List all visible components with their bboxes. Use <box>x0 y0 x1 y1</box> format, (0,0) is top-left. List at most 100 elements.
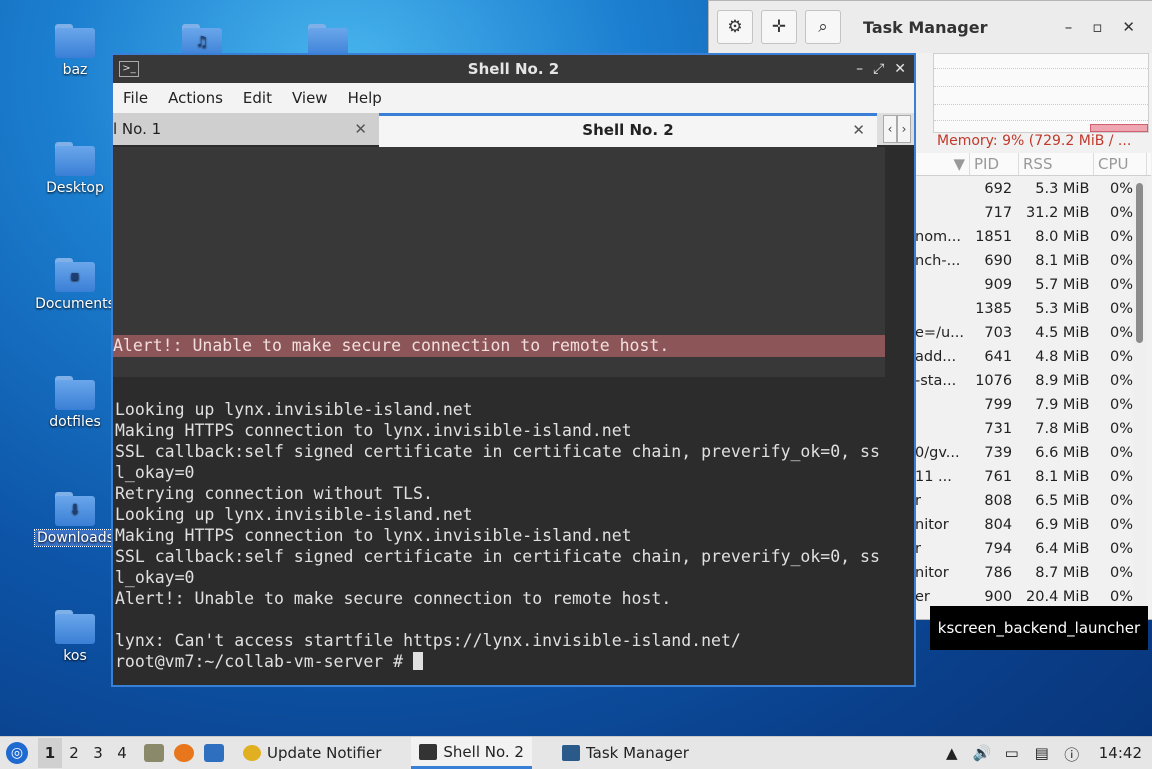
menu-view[interactable]: View <box>282 89 338 107</box>
tab-close-icon[interactable]: ✕ <box>852 116 865 144</box>
crosshair-icon[interactable]: ✛ <box>761 10 797 44</box>
process-row[interactable]: r 794 6.4 MiB 0% <box>915 537 1133 561</box>
process-table-header: ▼ PID RSS CPU <box>915 153 1151 176</box>
process-row[interactable]: nom... 1851 8.0 MiB 0% <box>915 225 1133 249</box>
desktop-icon-baz[interactable]: baz <box>35 24 115 78</box>
process-row[interactable]: 799 7.9 MiB 0% <box>915 393 1133 417</box>
network-icon[interactable]: ▭ <box>1003 744 1021 762</box>
terminal-cursor <box>413 652 424 670</box>
tab-close-icon[interactable]: ✕ <box>354 113 367 145</box>
column-rss[interactable]: RSS <box>1019 153 1094 175</box>
workspace-2[interactable]: 2 <box>62 744 86 762</box>
process-name: 11 ... <box>915 469 952 485</box>
process-rss: 5.3 MiB <box>1035 301 1090 317</box>
process-pid: 909 <box>984 277 1013 293</box>
process-name: r <box>915 541 921 557</box>
terminal-line: Making HTTPS connection to lynx.invisibl… <box>115 526 632 545</box>
workspace-3[interactable]: 3 <box>86 744 110 762</box>
workspace-1[interactable]: 1 <box>38 738 62 768</box>
process-row[interactable]: nch-... 690 8.1 MiB 0% <box>915 249 1133 273</box>
task-update-notifier[interactable]: Update Notifier <box>235 737 389 769</box>
process-name: nitor <box>915 517 949 533</box>
process-cpu: 0% <box>1109 277 1133 293</box>
start-menu-icon[interactable]: ◎ <box>6 742 28 764</box>
desktop-icon-desktop[interactable]: Desktop <box>35 142 115 196</box>
menu-help[interactable]: Help <box>338 89 392 107</box>
desktop-icon-documents[interactable]: ▪ Documents <box>35 258 115 312</box>
close-icon[interactable]: ✕ <box>1122 18 1135 36</box>
process-row[interactable]: 692 5.3 MiB 0% <box>915 177 1133 201</box>
process-row[interactable]: nitor 786 8.7 MiB 0% <box>915 561 1133 585</box>
workspace-4[interactable]: 4 <box>110 744 134 762</box>
process-cpu: 0% <box>1109 565 1133 581</box>
desktop-icon-kos[interactable]: kos <box>35 610 115 664</box>
terminal-icon <box>419 743 438 760</box>
minimize-icon[interactable]: – <box>856 61 863 77</box>
menu-file[interactable]: File <box>113 89 158 107</box>
task-shell-no-2[interactable]: Shell No. 2 <box>411 737 532 769</box>
process-row[interactable]: 909 5.7 MiB 0% <box>915 273 1133 297</box>
process-cpu: 0% <box>1109 493 1133 509</box>
process-row[interactable]: 1385 5.3 MiB 0% <box>915 297 1133 321</box>
desktop-icon[interactable] <box>204 744 224 762</box>
volume-icon[interactable]: 🔊 <box>973 744 992 762</box>
terminal-icon: >_ <box>119 61 139 77</box>
close-icon[interactable]: ✕ <box>894 61 906 77</box>
tab-scroll-left-icon[interactable]: ‹ <box>883 115 897 143</box>
process-cpu: 0% <box>1109 205 1133 221</box>
terminal-titlebar[interactable]: >_ Shell No. 2 – ⤢ ✕ <box>113 55 914 83</box>
process-row[interactable]: 731 7.8 MiB 0% <box>915 417 1133 441</box>
tab-shell-1[interactable]: l No. 1 ✕ <box>113 113 379 145</box>
terminal-line: root@vm7:~/collab-vm-server # <box>115 651 880 672</box>
terminal-line: Looking up lynx.invisible-island.net <box>115 505 473 524</box>
settings-gear-icon[interactable]: ⚙ <box>717 10 753 44</box>
desktop-icon-dotfiles[interactable]: dotfiles <box>35 376 115 430</box>
sort-arrow-icon[interactable]: ▼ <box>915 153 970 175</box>
maximize-icon[interactable]: ⤢ <box>873 61 884 77</box>
folder-icon <box>55 24 95 58</box>
process-row[interactable]: add... 641 4.8 MiB 0% <box>915 345 1133 369</box>
terminal-line: SSL callback:self signed certificate in … <box>115 547 880 566</box>
process-cpu: 0% <box>1109 517 1133 533</box>
tray-up-arrow-icon[interactable]: ▲ <box>943 744 961 762</box>
process-cpu: 0% <box>1109 253 1133 269</box>
tab-shell-2[interactable]: Shell No. 2 ✕ <box>379 113 877 148</box>
maximize-icon[interactable]: ▫ <box>1092 18 1102 36</box>
tab-label: Shell No. 2 <box>582 121 674 139</box>
process-name: er <box>915 589 930 605</box>
terminal-line: Making HTTPS connection to lynx.invisibl… <box>115 421 632 440</box>
minimize-icon[interactable]: – <box>1065 18 1073 36</box>
file-manager-icon[interactable] <box>144 744 164 762</box>
column-pid[interactable]: PID <box>970 153 1019 175</box>
search-icon[interactable]: ⌕ <box>805 10 841 44</box>
process-row[interactable]: r 808 6.5 MiB 0% <box>915 489 1133 513</box>
menu-actions[interactable]: Actions <box>158 89 233 107</box>
process-rss: 6.5 MiB <box>1035 493 1090 509</box>
firefox-icon[interactable] <box>174 744 194 762</box>
process-row[interactable]: 11 ... 761 8.1 MiB 0% <box>915 465 1133 489</box>
process-row[interactable]: nitor 804 6.9 MiB 0% <box>915 513 1133 537</box>
terminal-scrollbar[interactable] <box>894 147 908 683</box>
task-manager-title: Task Manager <box>863 17 988 37</box>
documents-folder-icon: ▪ <box>55 258 95 292</box>
process-row[interactable]: e=/u... 703 4.5 MiB 0% <box>915 321 1133 345</box>
process-row[interactable]: 717 31.2 MiB 0% <box>915 201 1133 225</box>
desktop-icon-downloads[interactable]: ⬇ Downloads <box>34 492 117 547</box>
terminal-window[interactable]: >_ Shell No. 2 – ⤢ ✕ File Actions Edit V… <box>111 53 916 687</box>
terminal-output[interactable]: Alert!: Unable to make secure connection… <box>113 147 914 685</box>
task-manager-toolbar: ⚙ ✛ ⌕ Task Manager – ▫ ✕ <box>709 1 1152 53</box>
process-row[interactable]: -sta... 1076 8.9 MiB 0% <box>915 369 1133 393</box>
tab-scroll-right-icon[interactable]: › <box>897 115 911 143</box>
task-manager-icon <box>561 745 580 761</box>
process-row[interactable]: 0/gv... 739 6.6 MiB 0% <box>915 441 1133 465</box>
process-list-scrollbar[interactable] <box>1133 177 1147 607</box>
notification-icon[interactable]: ⓘ <box>1063 744 1081 764</box>
terminal-text: Looking up lynx.invisible-island.net Maki… <box>115 399 880 672</box>
task-task-manager[interactable]: Task Manager <box>554 737 697 769</box>
menu-edit[interactable]: Edit <box>233 89 282 107</box>
column-cpu[interactable]: CPU <box>1094 153 1147 175</box>
system-tray: ▲ 🔊 ▭ ▤ ⓘ 14:42 <box>943 744 1142 764</box>
process-list: 692 5.3 MiB 0% 717 31.2 MiB 0% nom... 1851 8.0 M… <box>915 177 1133 609</box>
clipboard-icon[interactable]: ▤ <box>1033 744 1051 762</box>
